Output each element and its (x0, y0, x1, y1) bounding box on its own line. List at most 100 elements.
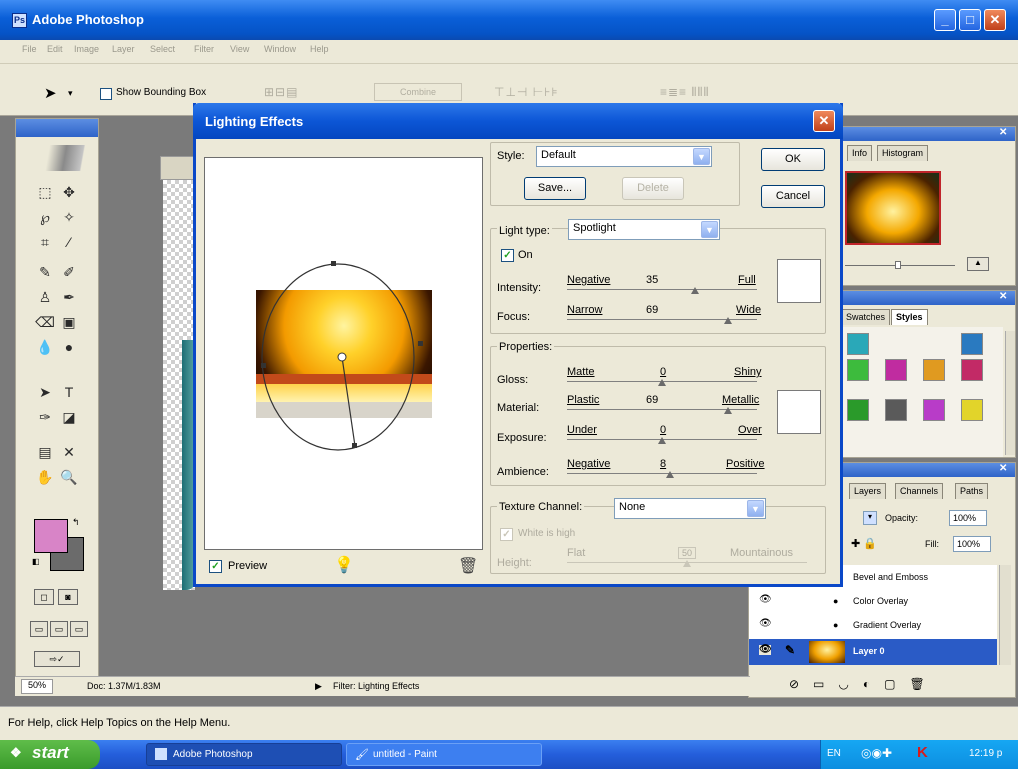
menu-filter[interactable]: Filter (194, 44, 214, 54)
tab-channels[interactable]: Channels (895, 483, 944, 499)
tab-swatches[interactable]: Swatches (841, 309, 891, 325)
gradient-tool-icon[interactable]: ▣ (58, 311, 80, 333)
focus-slider-thumb[interactable] (723, 317, 732, 324)
zoom-level[interactable]: 50% (21, 679, 54, 694)
standard-mode-icon[interactable]: ◻ (34, 589, 54, 605)
crop-tool-icon[interactable]: ⌗ (34, 231, 56, 253)
task-photoshop[interactable]: Adobe Photoshop (146, 743, 342, 766)
eye-icon[interactable]: 👁 (759, 595, 772, 605)
dodge-tool-icon[interactable]: ● (58, 336, 80, 358)
zoom-tool-icon[interactable]: 🔍 (58, 466, 80, 488)
dialog-title-bar[interactable]: Lighting Effects ✕ (193, 103, 843, 139)
dialog-close-icon[interactable]: ✕ (813, 110, 835, 132)
blur-tool-icon[interactable]: 💧 (34, 336, 56, 358)
lock-icon[interactable]: ✚ 🔒 (851, 537, 877, 550)
type-tool-icon[interactable]: T (58, 381, 80, 403)
menu-select[interactable]: Select (150, 44, 175, 54)
pen-tool-icon[interactable]: ✑ (34, 406, 56, 428)
light-bulb-icon[interactable]: 💡 (334, 555, 354, 575)
move-tool-icon[interactable]: ✥ (58, 181, 80, 203)
close-icon[interactable]: ✕ (984, 9, 1006, 31)
menu-edit[interactable]: Edit (47, 44, 63, 54)
styles-scrollbar[interactable] (1005, 331, 1015, 455)
tab-histogram[interactable]: Histogram (877, 145, 929, 161)
palette-close-icon[interactable]: ✕ (999, 291, 1007, 302)
marquee-tool-icon[interactable]: ⬚ (34, 181, 56, 203)
chevron-down-icon[interactable]: ▼ (701, 221, 718, 238)
align-buttons-icon[interactable]: ⊞⊟▤ (264, 85, 298, 99)
height-value[interactable]: 50 (678, 547, 697, 559)
light-resize-handle[interactable] (331, 261, 336, 266)
palette-close-icon[interactable]: ✕ (999, 127, 1007, 138)
foreground-color-swatch[interactable] (34, 519, 68, 553)
texture-channel-dropdown[interactable]: None ▼ (614, 498, 766, 519)
tool-preset-dropdown-icon[interactable]: ▾ (68, 88, 73, 99)
intensity-slider[interactable] (567, 289, 757, 290)
maximize-icon[interactable]: □ (959, 9, 981, 31)
style-dropdown[interactable]: Default ▼ (536, 146, 712, 167)
style-swatch[interactable] (847, 359, 869, 381)
exposure-slider-thumb[interactable] (658, 437, 666, 444)
cancel-button[interactable]: Cancel (761, 185, 825, 208)
style-swatch[interactable] (961, 359, 983, 381)
light-resize-handle[interactable] (418, 341, 423, 346)
gloss-slider-thumb[interactable] (658, 379, 666, 386)
blend-mode-dropdown-icon[interactable]: ▾ (863, 511, 877, 525)
slice-tool-icon[interactable]: ⁄ (58, 231, 80, 253)
ambient-color-swatch[interactable] (777, 390, 821, 434)
task-paint[interactable]: 🖌 untitled - Paint (346, 743, 542, 766)
layer-actions-bar[interactable]: ⊘▭◡◐▢🗑 (789, 677, 999, 691)
menu-help[interactable]: Help (310, 44, 329, 54)
layer-row-selected[interactable]: 👁 ✎ Layer 0 (749, 639, 997, 665)
distribute-icon[interactable]: ≡≣≡ ⫴⫴⫴ (660, 85, 710, 100)
language-indicator[interactable]: EN (827, 748, 841, 759)
jump-to-imageready-icon[interactable]: ⇨✓ (34, 651, 80, 667)
opacity-input[interactable]: 100% (949, 510, 987, 526)
menu-file[interactable]: File (22, 44, 37, 54)
ok-button[interactable]: OK (761, 148, 825, 171)
shape-tool-icon[interactable]: ◪ (58, 406, 80, 428)
light-resize-handle[interactable] (261, 363, 266, 368)
menu-view[interactable]: View (230, 44, 249, 54)
style-swatch[interactable] (847, 399, 869, 421)
tab-layers[interactable]: Layers (849, 483, 887, 499)
combine-button[interactable]: Combine (374, 83, 462, 101)
path-selection-tool-icon[interactable]: ➤ (34, 381, 56, 403)
start-button[interactable]: ❖ start (0, 740, 100, 769)
history-brush-tool-icon[interactable]: ✒ (58, 286, 80, 308)
layers-scrollbar[interactable] (999, 565, 1011, 665)
eyedropper-tool-icon[interactable]: ✕ (58, 441, 80, 463)
menu-image[interactable]: Image (74, 44, 99, 54)
intensity-slider-thumb[interactable] (691, 287, 700, 294)
save-button[interactable]: Save... (524, 177, 586, 200)
hand-tool-icon[interactable]: ✋ (34, 466, 56, 488)
align-edges-icon[interactable]: ⊤⊥⊣ ⊢⊦⊧ (494, 85, 559, 99)
style-swatch[interactable] (961, 333, 983, 355)
style-swatch[interactable] (923, 399, 945, 421)
default-colors-icon[interactable]: ◧ (32, 557, 40, 566)
preview-checkbox[interactable]: ✓ (209, 560, 222, 573)
palette-close-icon[interactable]: ✕ (999, 463, 1007, 474)
fill-input[interactable]: 100% (953, 536, 991, 552)
navigator-zoom-thumb[interactable] (895, 261, 901, 269)
tab-styles[interactable]: Styles (891, 309, 928, 325)
light-on-checkbox[interactable]: ✓ (501, 249, 514, 262)
eye-icon[interactable]: 👁 (759, 645, 772, 655)
chevron-down-icon[interactable]: ▼ (747, 500, 764, 517)
menu-layer[interactable]: Layer (112, 44, 135, 54)
white-is-high-checkbox[interactable]: ✓ (500, 528, 513, 541)
minimize-icon[interactable]: _ (934, 9, 956, 31)
quick-mask-mode-icon[interactable]: ◙ (58, 589, 78, 605)
light-type-dropdown[interactable]: Spotlight ▼ (568, 219, 720, 240)
style-swatch[interactable] (923, 359, 945, 381)
delete-button[interactable]: Delete (622, 177, 684, 200)
navigator-thumbnail[interactable] (845, 171, 941, 245)
chevron-down-icon[interactable]: ▼ (693, 148, 710, 165)
layer-effect-row[interactable]: 👁 ● Color Overlay (749, 589, 997, 615)
show-bounding-box-checkbox[interactable] (100, 88, 112, 100)
light-center-handle[interactable] (337, 352, 347, 362)
style-swatch[interactable] (961, 399, 983, 421)
swap-colors-icon[interactable]: ↰ (72, 517, 80, 528)
document-window-titlebar[interactable] (160, 156, 196, 180)
material-slider-thumb[interactable] (723, 407, 732, 414)
